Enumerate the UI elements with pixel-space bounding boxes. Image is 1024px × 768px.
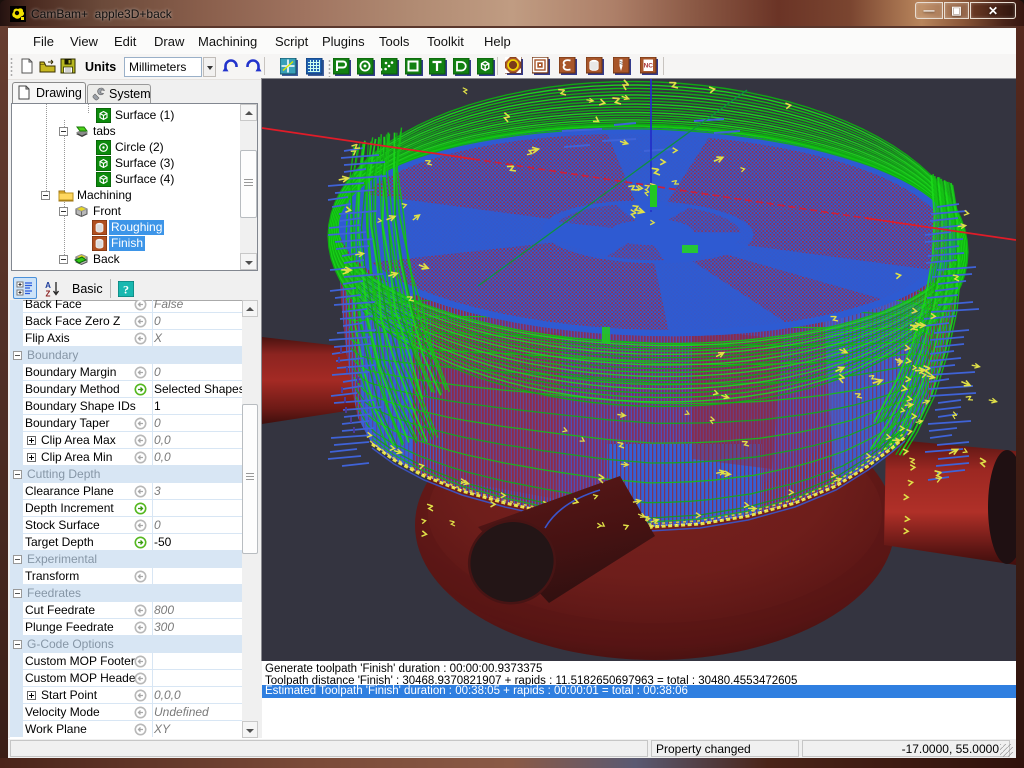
svg-text:?: ? <box>123 283 129 297</box>
svg-text:Z: Z <box>46 290 51 299</box>
svg-text:NC: NC <box>644 63 654 70</box>
